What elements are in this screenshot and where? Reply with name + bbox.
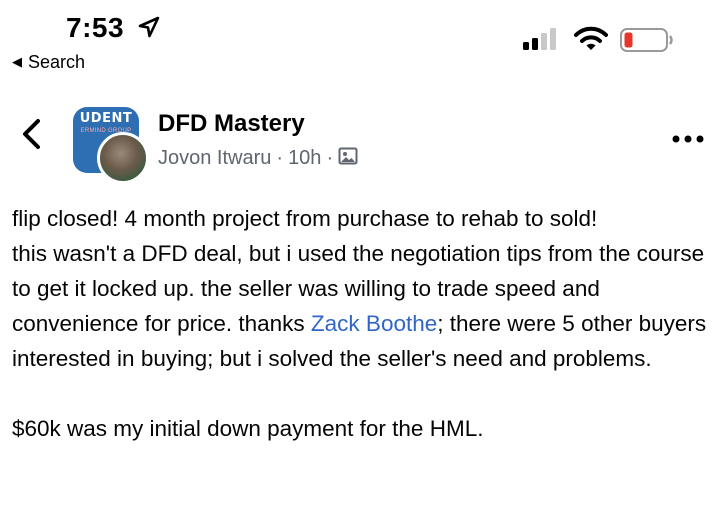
meta-separator: · <box>276 147 284 169</box>
location-arrow-icon <box>138 16 160 43</box>
author-profile-picture[interactable] <box>97 132 149 184</box>
meta-separator-2: · <box>326 147 334 169</box>
more-options-icon[interactable] <box>672 130 704 148</box>
mention-link[interactable]: Zack Boothe <box>311 311 437 336</box>
back-to-search-link[interactable]: ◀ Search <box>12 52 85 73</box>
post-paragraph-1: flip closed! 4 month project from purcha… <box>12 206 598 231</box>
post-paragraph-2: this wasn't a DFD deal, but i used the n… <box>12 236 716 376</box>
battery-low-icon <box>620 28 674 57</box>
back-triangle-icon: ◀ <box>12 54 22 69</box>
post-body: flip closed! 4 month project from purcha… <box>12 201 716 446</box>
cell-signal-icon <box>523 28 559 55</box>
wifi-icon <box>574 26 608 57</box>
status-time: 7:53 <box>66 12 125 43</box>
back-to-search-label: Search <box>28 52 86 72</box>
group-name[interactable]: DFD Mastery <box>158 110 305 138</box>
privacy-photo-icon <box>338 146 358 172</box>
status-bar: 7:53 ◀ Search <box>0 0 726 90</box>
post-paragraph-3: $60k was my initial down payment for the… <box>12 416 484 441</box>
author-name[interactable]: Jovon Itwaru <box>158 147 271 169</box>
post-time[interactable]: 10h <box>288 147 321 169</box>
post-meta: Jovon Itwaru · 10h · <box>158 146 358 172</box>
group-avatar-text: UDENT <box>79 111 133 126</box>
back-chevron-icon[interactable] <box>20 118 44 155</box>
